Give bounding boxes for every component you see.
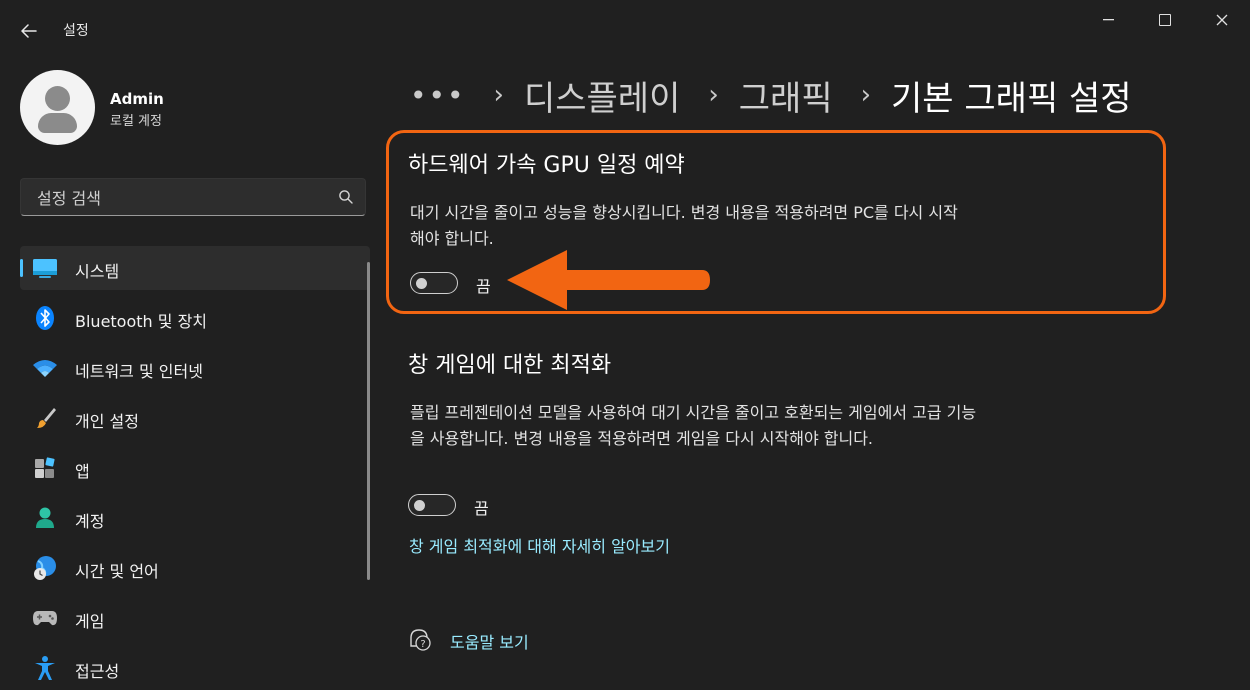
maximize-button[interactable] (1142, 4, 1188, 36)
windowed-games-toggle[interactable] (408, 494, 456, 516)
breadcrumb-item-graphics[interactable]: 그래픽 (739, 71, 833, 120)
sidebar-item-label: 시간 및 언어 (75, 562, 159, 581)
apps-icon (32, 456, 58, 480)
page-title: 기본 그래픽 설정 (891, 78, 1132, 119)
hags-section-title: 하드웨어 가속 GPU 일정 예약 (408, 153, 685, 178)
close-icon (1216, 14, 1228, 26)
help-chat-icon: ? (410, 629, 431, 651)
sidebar-item-system[interactable]: 시스템 (20, 246, 370, 290)
hags-toggle-state: 끔 (476, 277, 491, 296)
sidebar-item-label: 게임 (75, 612, 105, 631)
toggle-knob (416, 277, 427, 289)
title-bar: 설정 (0, 0, 1250, 58)
search-input[interactable] (35, 185, 329, 211)
breadcrumb: ••• › 디스플레이 › 그래픽 › 기본 그래픽 설정 (410, 70, 1132, 120)
arrow-annotation-icon (507, 250, 710, 310)
get-help-link[interactable]: ? 도움말 보기 (408, 626, 529, 654)
paintbrush-icon (32, 406, 58, 430)
sidebar-item-label: 접근성 (75, 662, 120, 681)
avatar (20, 70, 95, 145)
bluetooth-icon (32, 306, 58, 330)
sidebar-item-label: 앱 (75, 462, 90, 481)
globe-clock-icon (32, 556, 58, 580)
sidebar-item-network[interactable]: 네트워크 및 인터넷 (20, 346, 370, 390)
settings-window: 설정 Admin 로컬 계정 설정 검색 시스템 Bluetooth 및 장치 … (0, 0, 1250, 690)
breadcrumb-item-display[interactable]: 디스플레이 (524, 71, 680, 120)
maximize-icon (1159, 14, 1171, 26)
active-indicator (20, 259, 23, 277)
close-button[interactable] (1199, 4, 1245, 36)
search-icon[interactable] (337, 188, 355, 206)
accessibility-icon (32, 656, 58, 680)
sidebar-nav: 시스템 Bluetooth 및 장치 네트워크 및 인터넷 개인 설정 앱 계정… (20, 246, 370, 690)
windowed-games-section-description: 플립 프레젠테이션 모델을 사용하여 대기 시간을 줄이고 호환되는 게임에서 … (410, 403, 977, 448)
windowed-games-toggle-state: 끔 (474, 499, 489, 518)
toggle-knob (414, 499, 425, 511)
chevron-right-icon: › (493, 80, 504, 110)
sidebar-item-label: 네트워크 및 인터넷 (75, 362, 203, 381)
user-profile[interactable]: Admin 로컬 계정 (20, 70, 350, 146)
sidebar-item-label: 시스템 (75, 262, 120, 281)
minimize-button[interactable] (1085, 4, 1131, 36)
app-title: 설정 (63, 23, 89, 39)
sidebar-item-gaming[interactable]: 게임 (20, 596, 370, 640)
chevron-right-icon: › (860, 80, 872, 110)
back-button[interactable] (12, 16, 46, 46)
account-icon (32, 506, 58, 530)
sidebar-item-label: Bluetooth 및 장치 (75, 312, 208, 331)
sidebar-scrollbar[interactable] (367, 262, 370, 580)
hags-toggle[interactable] (410, 272, 458, 294)
svg-text:?: ? (420, 639, 425, 650)
sidebar-item-time-language[interactable]: 시간 및 언어 (20, 546, 370, 590)
sidebar-item-bluetooth[interactable]: Bluetooth 및 장치 (20, 296, 370, 340)
sidebar-item-label: 계정 (75, 512, 105, 531)
profile-account-type: 로컬 계정 (110, 114, 162, 129)
system-display-icon (32, 256, 58, 280)
profile-name: Admin (110, 90, 164, 108)
sidebar-item-label: 개인 설정 (75, 412, 139, 431)
sidebar-item-accounts[interactable]: 계정 (20, 496, 370, 540)
minimize-icon (1102, 19, 1114, 21)
back-arrow-icon (21, 24, 37, 38)
wifi-icon (32, 356, 58, 380)
sidebar-item-apps[interactable]: 앱 (20, 446, 370, 490)
help-label: 도움말 보기 (450, 633, 529, 652)
settings-search (20, 178, 366, 216)
hags-section-description: 대기 시간을 줄이고 성능을 향상시킵니다. 변경 내용을 적용하려면 PC를 … (410, 203, 958, 248)
chevron-right-icon: › (708, 80, 719, 110)
sidebar-item-accessibility[interactable]: 접근성 (20, 646, 370, 690)
gamepad-icon (32, 606, 58, 630)
windowed-games-section-title: 창 게임에 대한 최적화 (408, 353, 612, 378)
breadcrumb-more-button[interactable]: ••• (410, 79, 466, 112)
learn-more-link[interactable]: 창 게임 최적화에 대해 자세히 알아보기 (409, 533, 670, 557)
sidebar-item-personalization[interactable]: 개인 설정 (20, 396, 370, 440)
